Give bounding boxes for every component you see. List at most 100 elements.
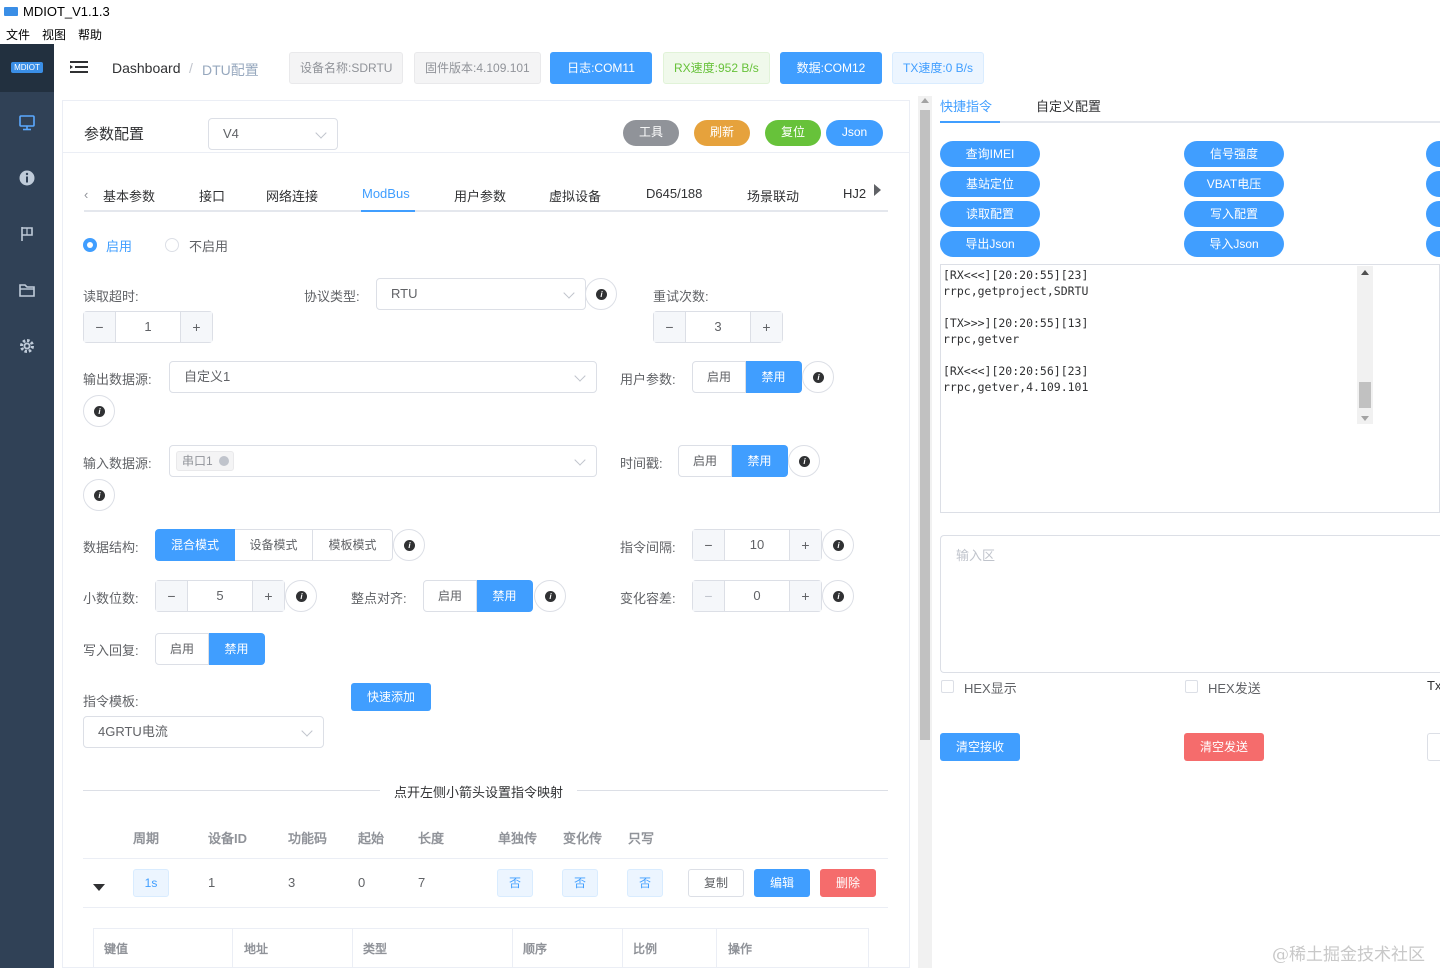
tab-scroll-left-icon[interactable]: ‹: [84, 187, 88, 202]
info-icon[interactable]: [17, 168, 37, 188]
protocol-info-icon[interactable]: i: [585, 278, 617, 310]
hex-show-checkbox[interactable]: [941, 680, 954, 693]
signal-strength-button[interactable]: 信号强度: [1184, 141, 1284, 167]
tab-hj2[interactable]: HJ2: [843, 186, 866, 201]
data-struct-mixed[interactable]: 混合模式: [155, 529, 235, 561]
data-struct-toggle[interactable]: 混合模式 设备模式 模板模式: [155, 529, 393, 561]
vbat-button[interactable]: VBAT电压: [1184, 171, 1284, 197]
gear-icon[interactable]: [17, 336, 37, 356]
tab-modbus[interactable]: ModBus: [362, 186, 410, 201]
disable-radio[interactable]: [165, 238, 179, 252]
cmd-interval-info-icon[interactable]: i: [822, 529, 854, 561]
copy-button[interactable]: 复制: [688, 869, 744, 897]
send-input[interactable]: 输入区: [940, 535, 1440, 673]
write-config-button[interactable]: 写入配置: [1184, 201, 1284, 227]
cmd-interval-value[interactable]: 10: [725, 530, 789, 560]
tolerance-value[interactable]: 0: [725, 581, 789, 611]
tab-scroll-right-icon[interactable]: [874, 184, 881, 196]
user-param-disable[interactable]: 禁用: [746, 361, 803, 393]
align-toggle[interactable]: 启用 禁用: [423, 580, 534, 612]
timestamp-disable[interactable]: 禁用: [732, 445, 789, 477]
reset-button[interactable]: 复位: [765, 120, 821, 146]
breadcrumb-home[interactable]: Dashboard: [112, 60, 181, 76]
input-source-select[interactable]: 串口1: [169, 445, 597, 477]
json-button[interactable]: Json: [826, 120, 883, 146]
hex-send-checkbox[interactable]: [1185, 680, 1198, 693]
menu-file[interactable]: 文件: [6, 26, 30, 43]
output-source-info-icon[interactable]: i: [83, 395, 115, 427]
flag-icon[interactable]: [17, 224, 37, 244]
timestamp-enable[interactable]: 启用: [678, 445, 733, 477]
read-config-button[interactable]: 读取配置: [940, 201, 1040, 227]
menu-help[interactable]: 帮助: [78, 26, 102, 43]
folder-icon[interactable]: [17, 280, 37, 300]
retry-value[interactable]: 3: [686, 312, 750, 342]
scroll-up-icon[interactable]: [921, 98, 929, 103]
user-param-enable[interactable]: 启用: [692, 361, 747, 393]
read-timeout-stepper[interactable]: −1 +: [83, 311, 213, 343]
align-disable[interactable]: 禁用: [477, 580, 534, 612]
align-enable[interactable]: 启用: [423, 580, 478, 612]
base-station-button[interactable]: 基站定位: [940, 171, 1040, 197]
data-port-tag[interactable]: 数据:COM12: [780, 52, 882, 84]
quick-add-button[interactable]: 快速添加: [351, 683, 431, 711]
menu-view[interactable]: 视图: [42, 26, 66, 43]
retry-stepper[interactable]: −3 +: [653, 311, 783, 343]
import-json-button[interactable]: 导入Json: [1184, 231, 1284, 257]
plus-icon[interactable]: +: [252, 581, 284, 611]
version-select[interactable]: V4: [208, 118, 338, 150]
config-scroll-thumb[interactable]: [920, 110, 930, 740]
expand-caret-icon[interactable]: [93, 884, 105, 891]
minus-icon[interactable]: −: [84, 312, 116, 342]
chip-close-icon[interactable]: [218, 456, 229, 466]
data-struct-info-icon[interactable]: i: [393, 529, 425, 561]
read-timeout-value[interactable]: 1: [116, 312, 180, 342]
tolerance-info-icon[interactable]: i: [822, 580, 854, 612]
monitor-icon[interactable]: [17, 113, 37, 133]
send-button-partial[interactable]: [1427, 733, 1440, 761]
decimals-info-icon[interactable]: i: [285, 580, 317, 612]
write-reply-toggle[interactable]: 启用 禁用: [155, 633, 266, 665]
export-json-button[interactable]: 导出Json: [940, 231, 1040, 257]
minus-icon[interactable]: −: [654, 312, 686, 342]
tab-scene[interactable]: 场景联动: [747, 186, 799, 205]
write-reply-enable[interactable]: 启用: [155, 633, 210, 665]
refresh-button[interactable]: 刷新: [694, 120, 750, 146]
log-scroll-down-icon[interactable]: [1361, 416, 1369, 421]
input-source-chip[interactable]: 串口1: [176, 451, 234, 471]
log-port-tag[interactable]: 日志:COM11: [550, 52, 652, 84]
log-scroll-up-icon[interactable]: [1361, 270, 1369, 275]
tab-interface[interactable]: 接口: [199, 186, 225, 205]
protocol-select[interactable]: RTU: [376, 278, 586, 310]
tab-quick-cmd[interactable]: 快捷指令: [940, 96, 992, 115]
minus-icon[interactable]: −: [693, 581, 725, 611]
tab-virtual-device[interactable]: 虚拟设备: [549, 186, 601, 205]
plus-icon[interactable]: +: [789, 530, 821, 560]
decimals-value[interactable]: 5: [188, 581, 252, 611]
plus-icon[interactable]: +: [750, 312, 782, 342]
timestamp-info-icon[interactable]: i: [788, 445, 820, 477]
input-source-info-icon[interactable]: i: [83, 479, 115, 511]
data-struct-template[interactable]: 模板模式: [313, 529, 393, 561]
plus-icon[interactable]: +: [180, 312, 212, 342]
output-source-select[interactable]: 自定义1: [169, 361, 597, 393]
query-imei-button[interactable]: 查询IMEI: [940, 141, 1040, 167]
enable-radio[interactable]: [83, 238, 97, 252]
tool-button[interactable]: 工具: [623, 120, 679, 146]
plus-icon[interactable]: +: [789, 581, 821, 611]
tab-d645[interactable]: D645/188: [646, 186, 702, 201]
write-reply-disable[interactable]: 禁用: [209, 633, 266, 665]
align-info-icon[interactable]: i: [534, 580, 566, 612]
tab-basic[interactable]: 基本参数: [103, 186, 155, 205]
cmd-interval-stepper[interactable]: −10 +: [692, 529, 822, 561]
hamburger-icon[interactable]: [70, 59, 88, 75]
clear-send-button[interactable]: 清空发送: [1184, 733, 1264, 761]
log-scroll-thumb[interactable]: [1359, 382, 1371, 408]
edit-button[interactable]: 编辑: [754, 869, 810, 897]
tolerance-stepper[interactable]: −0 +: [692, 580, 822, 612]
template-select[interactable]: 4GRTU电流: [83, 716, 324, 748]
clear-receive-button[interactable]: 清空接收: [940, 733, 1020, 761]
delete-button[interactable]: 删除: [820, 869, 876, 897]
timestamp-toggle[interactable]: 启用 禁用: [678, 445, 789, 477]
minus-icon[interactable]: −: [156, 581, 188, 611]
